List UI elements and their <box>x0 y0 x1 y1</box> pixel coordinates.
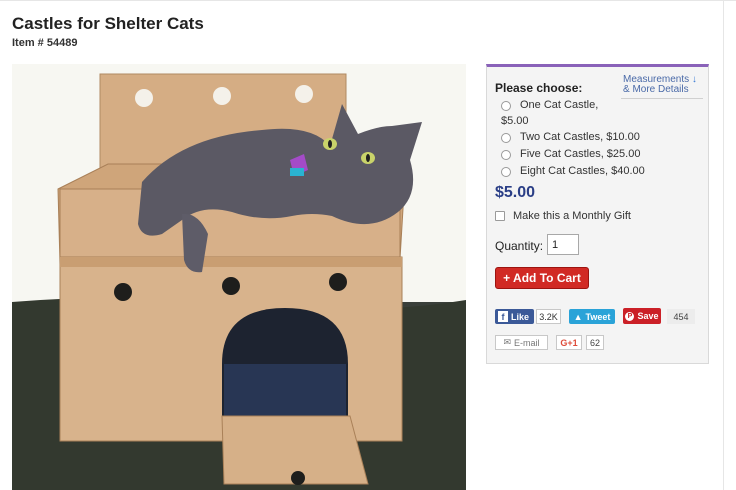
monthly-gift-checkbox[interactable] <box>495 211 505 221</box>
radio-button[interactable] <box>501 167 511 177</box>
order-panel: Please choose: Measurements ↓ & More Det… <box>486 64 709 364</box>
facebook-like-button[interactable]: f Like <box>495 309 534 324</box>
arrow-down-icon: ↓ <box>691 74 697 85</box>
option-label: One Cat Castle, <box>520 99 599 111</box>
option-one-cat-price: $5.00 <box>501 115 529 127</box>
option-label: Five Cat Castles, $25.00 <box>520 148 641 160</box>
option-eight-cat-castles[interactable]: Eight Cat Castles, $40.00 <box>501 165 645 177</box>
google-plus-count: 62 <box>586 335 604 350</box>
email-share-button[interactable]: ✉ E-mail <box>495 335 548 350</box>
measurements-link[interactable]: Measurements ↓ & More Details <box>623 75 705 95</box>
pinterest-icon: P <box>625 311 635 321</box>
pinterest-save-count: 454 <box>667 309 695 324</box>
facebook-icon: f <box>498 311 508 322</box>
twitter-bird-icon: ▲ <box>573 311 583 322</box>
option-label: Eight Cat Castles, $40.00 <box>520 165 645 177</box>
radio-button[interactable] <box>501 101 511 111</box>
product-title: Castles for Shelter Cats <box>12 14 204 33</box>
item-number: Item # 54489 <box>12 37 78 49</box>
google-plus-button[interactable]: G+1 <box>556 335 582 350</box>
radio-button[interactable] <box>501 133 511 143</box>
pinterest-save-label: Save <box>637 311 659 321</box>
right-divider <box>723 0 724 490</box>
product-image-graphic <box>12 64 466 490</box>
selected-price: $5.00 <box>495 184 536 201</box>
email-label: E-mail <box>514 337 540 348</box>
facebook-like-label: Like <box>511 311 530 322</box>
envelope-icon: ✉ <box>503 337 512 347</box>
monthly-gift-label: Make this a Monthly Gift <box>513 210 631 222</box>
facebook-like-count: 3.2K <box>536 309 561 324</box>
top-border <box>0 0 736 1</box>
measurements-divider <box>621 98 703 99</box>
option-two-cat-castles[interactable]: Two Cat Castles, $10.00 <box>501 131 640 143</box>
option-five-cat-castles[interactable]: Five Cat Castles, $25.00 <box>501 148 640 160</box>
product-image <box>12 64 466 490</box>
option-one-cat-castle[interactable]: One Cat Castle, <box>501 99 598 111</box>
measurements-text-line2: & More Details <box>623 84 689 95</box>
tweet-label: Tweet <box>585 311 611 322</box>
option-label: Two Cat Castles, $10.00 <box>520 131 640 143</box>
pinterest-save-button[interactable]: P Save <box>623 308 661 324</box>
radio-button[interactable] <box>501 150 511 160</box>
tweet-button[interactable]: ▲ Tweet <box>569 309 615 324</box>
monthly-gift-option[interactable]: Make this a Monthly Gift <box>495 210 631 222</box>
quantity-input[interactable] <box>547 234 579 255</box>
please-choose-label: Please choose: <box>495 81 583 95</box>
quantity-label: Quantity: <box>495 239 544 253</box>
add-to-cart-button[interactable]: + Add To Cart <box>495 267 589 289</box>
